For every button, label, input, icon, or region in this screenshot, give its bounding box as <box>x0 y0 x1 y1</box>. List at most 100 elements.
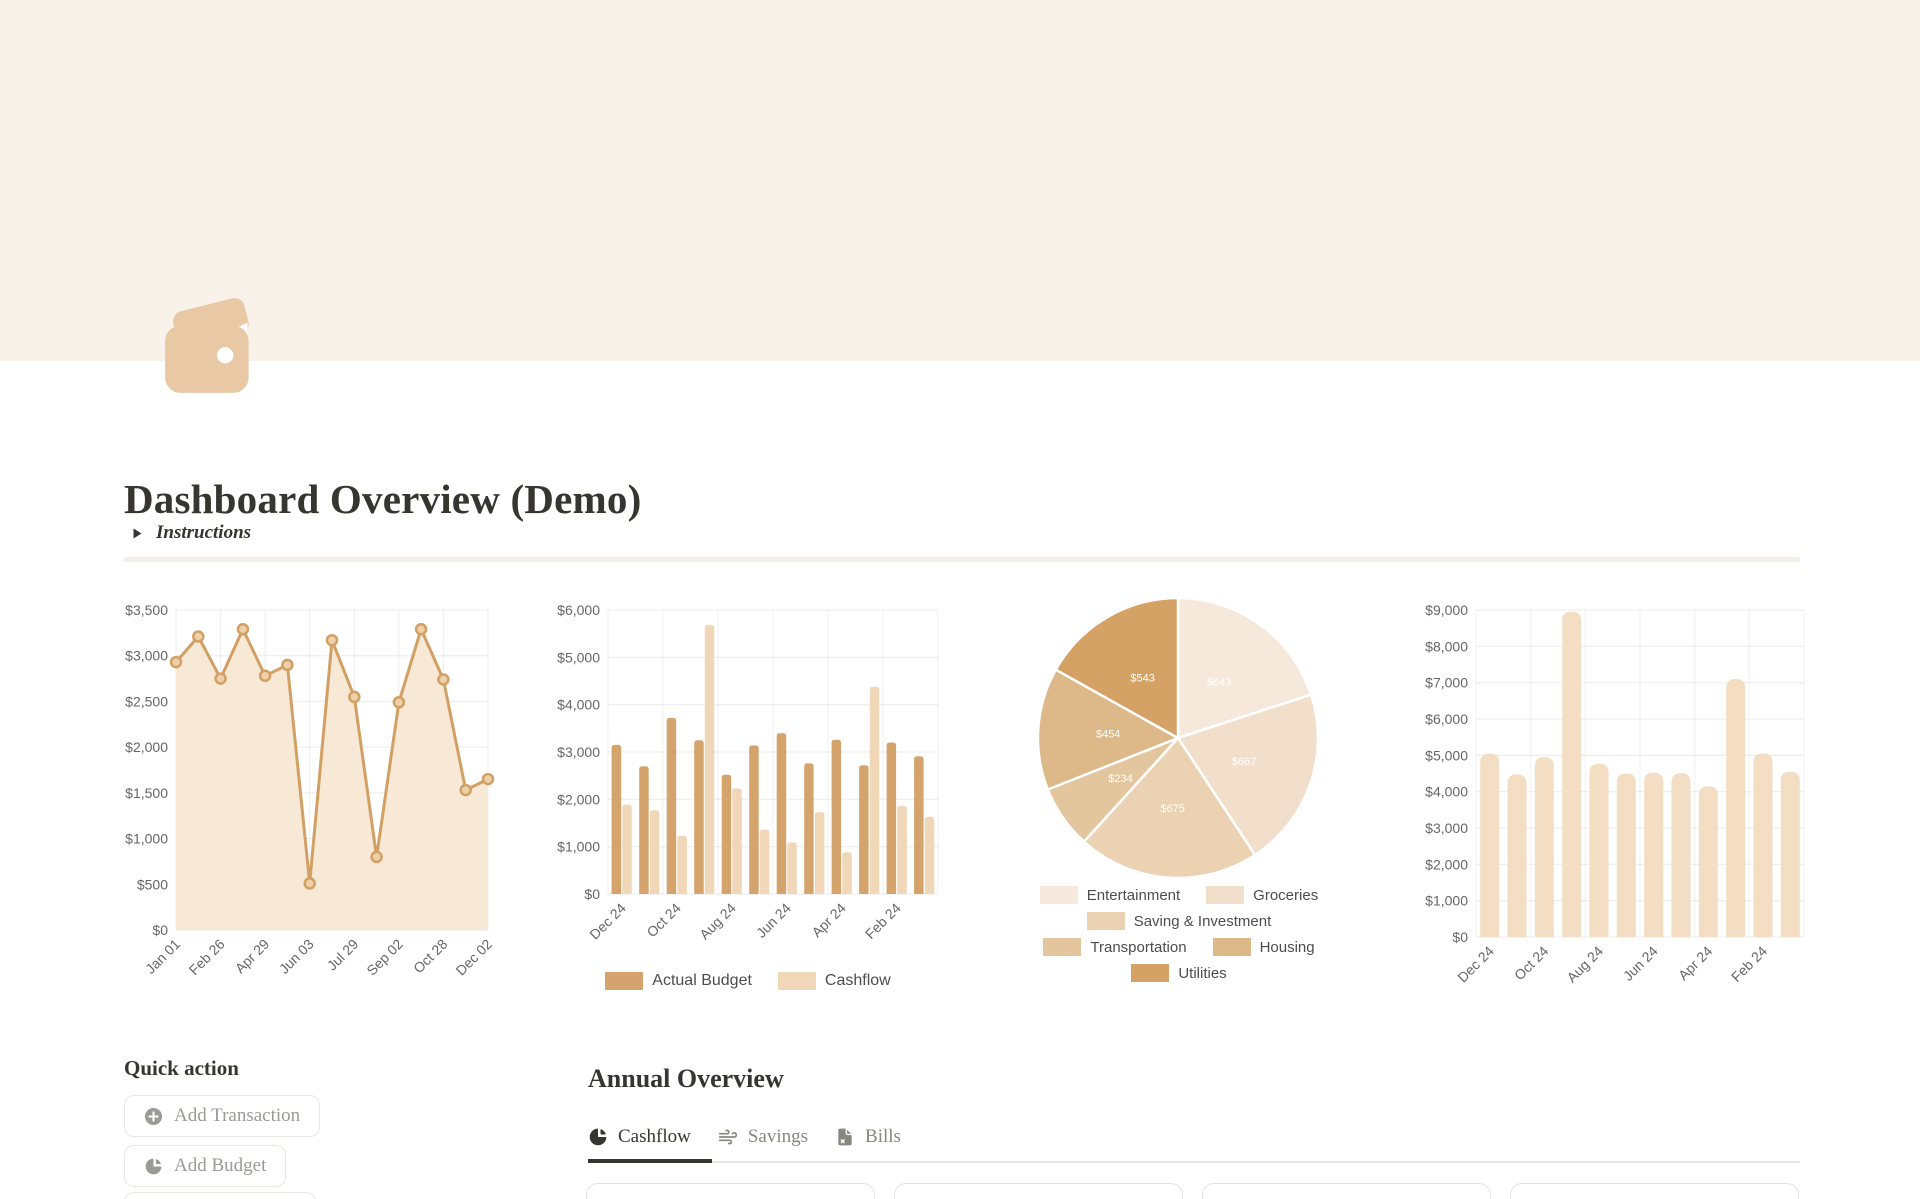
cash-flow-icon <box>718 1127 738 1147</box>
svg-text:Jul 29: Jul 29 <box>324 936 362 974</box>
tab-label: Savings <box>748 1126 808 1148</box>
tab-label: Cashflow <box>618 1126 691 1148</box>
svg-text:Feb 24: Feb 24 <box>1728 943 1770 985</box>
svg-text:Jan 01: Jan 01 <box>142 936 183 977</box>
annual-overview-tabs: Cashflow Savings Bills <box>588 1118 901 1156</box>
legend-item: Housing <box>1213 938 1315 956</box>
svg-text:$2,000: $2,000 <box>1425 856 1468 872</box>
svg-text:$0: $0 <box>152 922 168 938</box>
svg-text:$3,500: $3,500 <box>125 602 168 618</box>
notion-page: Dashboard Overview (Demo) Instructions $… <box>0 0 1920 1199</box>
legend-item: Entertainment <box>1040 886 1180 904</box>
svg-text:$454: $454 <box>1096 728 1120 740</box>
legend-item: Saving & Investment <box>1087 912 1272 930</box>
plus-circle-icon <box>144 1107 163 1126</box>
svg-text:Apr 24: Apr 24 <box>1675 943 1716 984</box>
bar-chart-legend: Actual Budget Cashflow <box>550 972 946 990</box>
svg-text:$3,000: $3,000 <box>125 648 168 664</box>
add-transaction-button[interactable]: Add Transaction <box>124 1095 320 1137</box>
svg-text:Jun 03: Jun 03 <box>276 936 317 977</box>
legend-label: Saving & Investment <box>1134 913 1272 930</box>
add-transaction-label: Add Transaction <box>174 1105 300 1127</box>
svg-text:Apr 24: Apr 24 <box>808 900 849 941</box>
svg-text:$500: $500 <box>137 876 168 892</box>
tabs-divider <box>588 1161 1800 1163</box>
cover-banner[interactable] <box>0 0 1920 361</box>
svg-text:$1,000: $1,000 <box>1425 893 1468 909</box>
svg-text:Aug 24: Aug 24 <box>1563 943 1606 986</box>
legend-item: Utilities <box>1131 964 1226 982</box>
annual-overview-heading: Annual Overview <box>588 1064 784 1094</box>
svg-text:$6,000: $6,000 <box>1425 711 1468 727</box>
svg-text:$543: $543 <box>1130 673 1154 685</box>
tab-savings[interactable]: Savings <box>718 1126 808 1148</box>
tab-cashflow[interactable]: Cashflow <box>588 1126 691 1148</box>
overview-card[interactable] <box>1202 1183 1491 1199</box>
svg-text:$0: $0 <box>584 886 600 902</box>
legend-item: Cashflow <box>778 972 891 990</box>
quick-action-button-partial[interactable] <box>124 1192 316 1199</box>
legend-swatch <box>1131 964 1169 982</box>
chart-cashflow-trend-line: $0$500$1,000$1,500$2,000$2,500$3,000$3,5… <box>120 596 496 1013</box>
chart-expense-pie: $643$667$675$234$454$543 <box>1026 593 1330 890</box>
active-tab-underline <box>588 1159 712 1163</box>
svg-text:Aug 24: Aug 24 <box>696 900 739 943</box>
chart-budget-vs-cashflow-bars: $0$1,000$2,000$3,000$4,000$5,000$6,000De… <box>550 596 946 973</box>
svg-text:$1,000: $1,000 <box>557 839 600 855</box>
legend-item: Transportation <box>1043 938 1186 956</box>
svg-text:Dec 24: Dec 24 <box>1454 943 1497 986</box>
svg-text:$9,000: $9,000 <box>1425 602 1468 618</box>
svg-text:Oct 24: Oct 24 <box>643 900 684 941</box>
instructions-label: Instructions <box>156 522 251 544</box>
svg-text:$6,000: $6,000 <box>557 602 600 618</box>
svg-text:Feb 26: Feb 26 <box>186 936 228 978</box>
pie-chart-legend: Entertainment Groceries Saving & Investmen… <box>1022 886 1336 982</box>
overview-card[interactable] <box>586 1183 875 1199</box>
add-budget-label: Add Budget <box>174 1155 266 1177</box>
legend-swatch <box>1040 886 1078 904</box>
legend-label: Housing <box>1260 939 1315 956</box>
svg-text:$7,000: $7,000 <box>1425 675 1468 691</box>
svg-text:$0: $0 <box>1452 929 1468 945</box>
legend-item: Groceries <box>1206 886 1318 904</box>
svg-text:$5,000: $5,000 <box>557 649 600 665</box>
legend-swatch <box>1206 886 1244 904</box>
svg-text:$2,500: $2,500 <box>125 693 168 709</box>
chart-monthly-spend-bars: $0$1,000$2,000$3,000$4,000$5,000$6,000$7… <box>1412 596 1812 1016</box>
legend-swatch <box>778 972 816 990</box>
legend-label: Cashflow <box>825 972 891 990</box>
svg-text:$4,000: $4,000 <box>1425 784 1468 800</box>
legend-label: Groceries <box>1253 887 1318 904</box>
legend-item: Actual Budget <box>605 972 752 990</box>
svg-text:Dec 24: Dec 24 <box>586 900 629 943</box>
svg-text:$1,500: $1,500 <box>125 785 168 801</box>
legend-swatch <box>1087 912 1125 930</box>
svg-text:$2,000: $2,000 <box>557 791 600 807</box>
svg-text:$2,000: $2,000 <box>125 739 168 755</box>
overview-card[interactable] <box>1510 1183 1799 1199</box>
tab-bills[interactable]: Bills <box>835 1126 901 1148</box>
toggle-triangle-icon <box>132 527 143 540</box>
svg-text:$8,000: $8,000 <box>1425 638 1468 654</box>
legend-swatch <box>1043 938 1081 956</box>
legend-swatch <box>605 972 643 990</box>
svg-text:Jun 24: Jun 24 <box>753 900 794 941</box>
tab-label: Bills <box>865 1126 901 1148</box>
legend-label: Utilities <box>1178 965 1226 982</box>
svg-text:Jun 24: Jun 24 <box>1620 943 1661 984</box>
wallet-icon[interactable] <box>158 288 270 400</box>
svg-text:Apr 29: Apr 29 <box>232 936 273 977</box>
quick-action-heading: Quick action <box>124 1056 239 1081</box>
legend-swatch <box>1213 938 1251 956</box>
legend-label: Entertainment <box>1087 887 1180 904</box>
svg-text:$3,000: $3,000 <box>557 744 600 760</box>
svg-text:Feb 24: Feb 24 <box>862 900 904 942</box>
add-budget-button[interactable]: Add Budget <box>124 1145 286 1187</box>
pie-chart-icon <box>588 1127 608 1147</box>
svg-text:$643: $643 <box>1207 676 1231 688</box>
svg-text:$3,000: $3,000 <box>1425 820 1468 836</box>
instructions-toggle[interactable]: Instructions <box>132 522 251 544</box>
svg-text:Oct 28: Oct 28 <box>410 936 451 977</box>
svg-text:Sep 02: Sep 02 <box>363 936 406 979</box>
overview-card[interactable] <box>894 1183 1183 1199</box>
